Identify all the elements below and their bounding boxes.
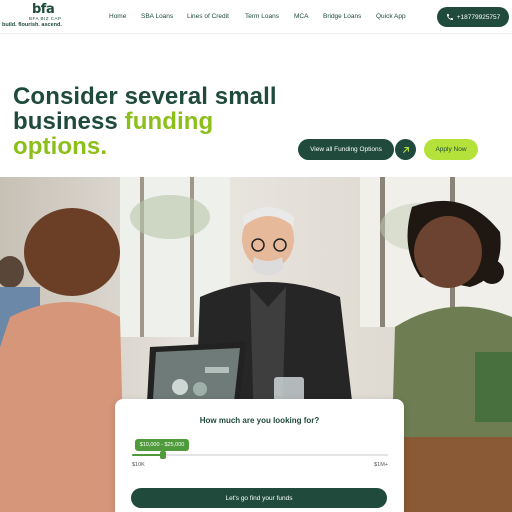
hero-title-line-2: business funding bbox=[13, 109, 313, 134]
nav-term-loans[interactable]: Term Loans bbox=[245, 13, 279, 20]
logo-mark: bfa bbox=[32, 2, 55, 17]
logo-subtitle: BFA BIZ CAP bbox=[29, 16, 62, 21]
view-options-arrow-button[interactable] bbox=[395, 139, 416, 160]
nav-bridge-loans[interactable]: Bridge Loans bbox=[323, 13, 361, 20]
site-header: bfa BFA BIZ CAP build. flourish. ascend.… bbox=[0, 0, 512, 34]
funding-amount-card: How much are you looking for? $10,000 - … bbox=[115, 399, 404, 512]
arrow-up-right-icon bbox=[402, 141, 410, 159]
funding-question: How much are you looking for? bbox=[199, 416, 320, 425]
phone-number: +18779925757 bbox=[456, 13, 501, 21]
phone-button[interactable]: +18779925757 bbox=[437, 7, 509, 27]
amount-slider-fill bbox=[132, 454, 163, 456]
hero-title: Consider several small business funding … bbox=[13, 84, 313, 159]
amount-slider-thumb[interactable] bbox=[159, 451, 166, 459]
view-funding-options-button[interactable]: View all Funding Options bbox=[298, 139, 394, 160]
apply-now-button[interactable]: Apply Now bbox=[424, 139, 478, 160]
selected-range-badge: $10,000 - $25,000 bbox=[135, 439, 189, 451]
nav-quick-app[interactable]: Quick App bbox=[376, 13, 406, 20]
hero-title-accent: funding bbox=[124, 108, 214, 135]
hero-title-line-1: Consider several small bbox=[13, 83, 277, 110]
slider-min-label: $10K bbox=[132, 462, 145, 468]
nav-mca[interactable]: MCA bbox=[294, 13, 308, 20]
slider-max-label: $1M+ bbox=[374, 462, 388, 468]
hero-title-plain: business bbox=[13, 108, 125, 135]
logo-tagline: build. flourish. ascend. bbox=[2, 22, 62, 28]
hero-title-line-3: options. bbox=[13, 133, 108, 160]
nav-home[interactable]: Home bbox=[109, 13, 126, 20]
bfa-logo[interactable]: bfa BFA BIZ CAP build. flourish. ascend. bbox=[2, 2, 78, 30]
nav-lines-of-credit[interactable]: Lines of Credit bbox=[187, 13, 229, 20]
phone-icon bbox=[446, 13, 454, 21]
find-funds-button[interactable]: Let's go find your funds bbox=[131, 488, 387, 508]
amount-slider-track[interactable] bbox=[132, 451, 388, 459]
nav-sba-loans[interactable]: SBA Loans bbox=[141, 13, 173, 20]
